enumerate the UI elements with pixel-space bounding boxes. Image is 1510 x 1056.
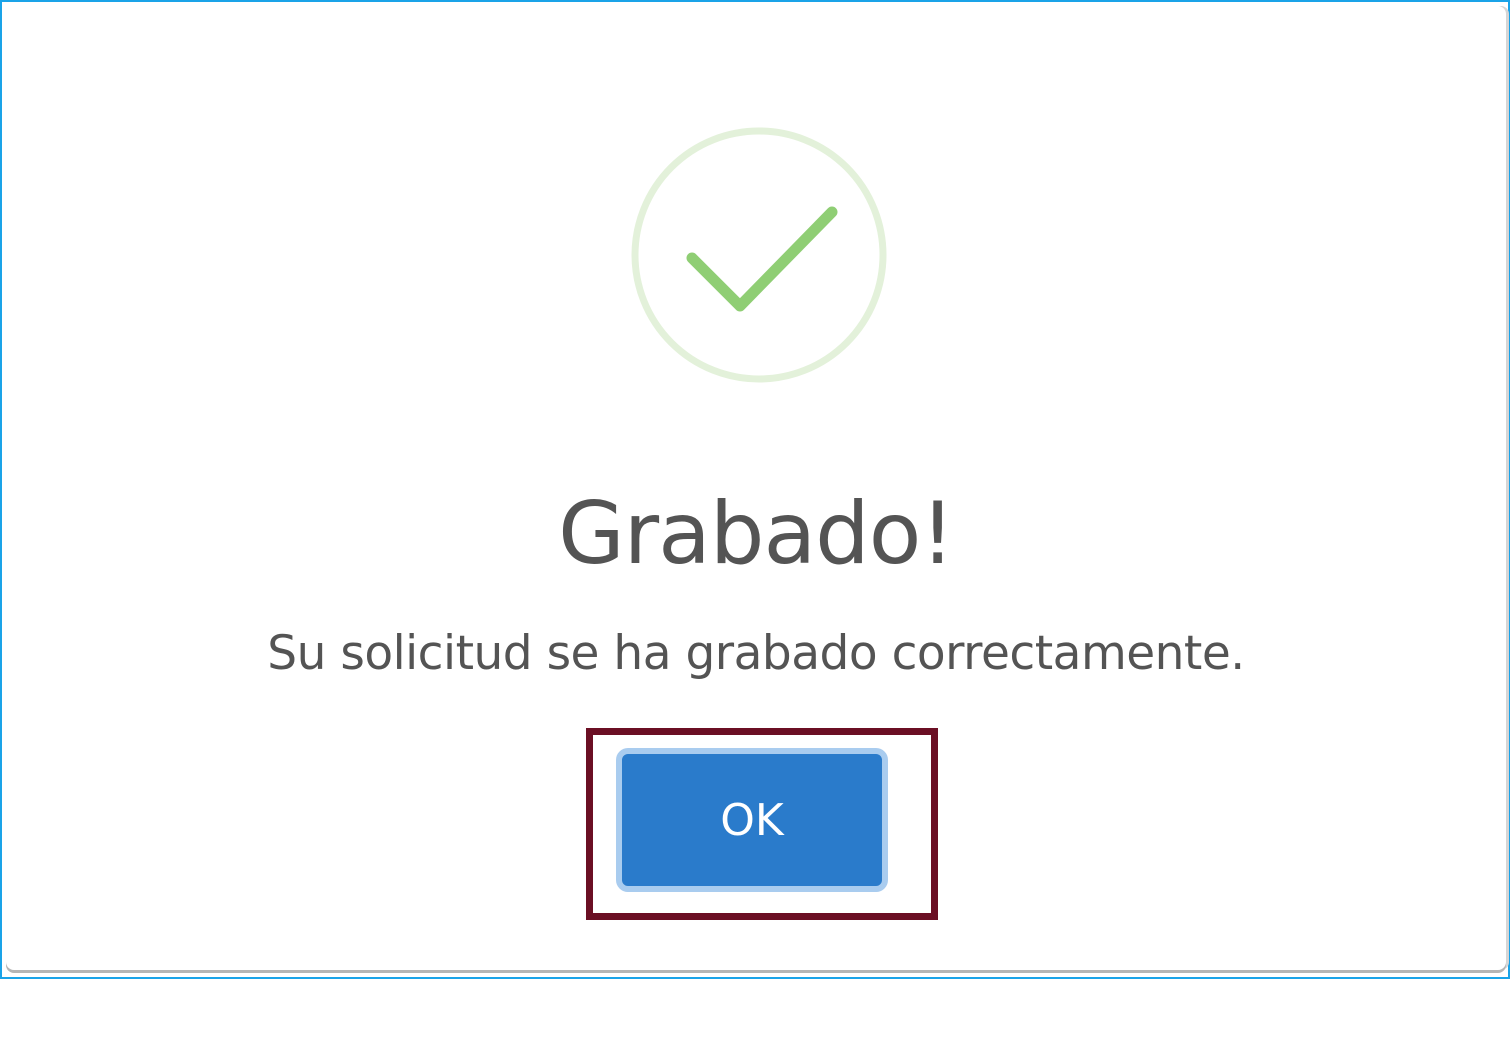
dialog-message: Su solicitud se ha grabado correctamente…: [267, 626, 1245, 681]
checkmark-svg: [631, 127, 887, 383]
success-checkmark-icon: [630, 126, 888, 384]
ok-button[interactable]: OK: [616, 748, 888, 892]
dialog-title: Grabado!: [558, 484, 955, 584]
